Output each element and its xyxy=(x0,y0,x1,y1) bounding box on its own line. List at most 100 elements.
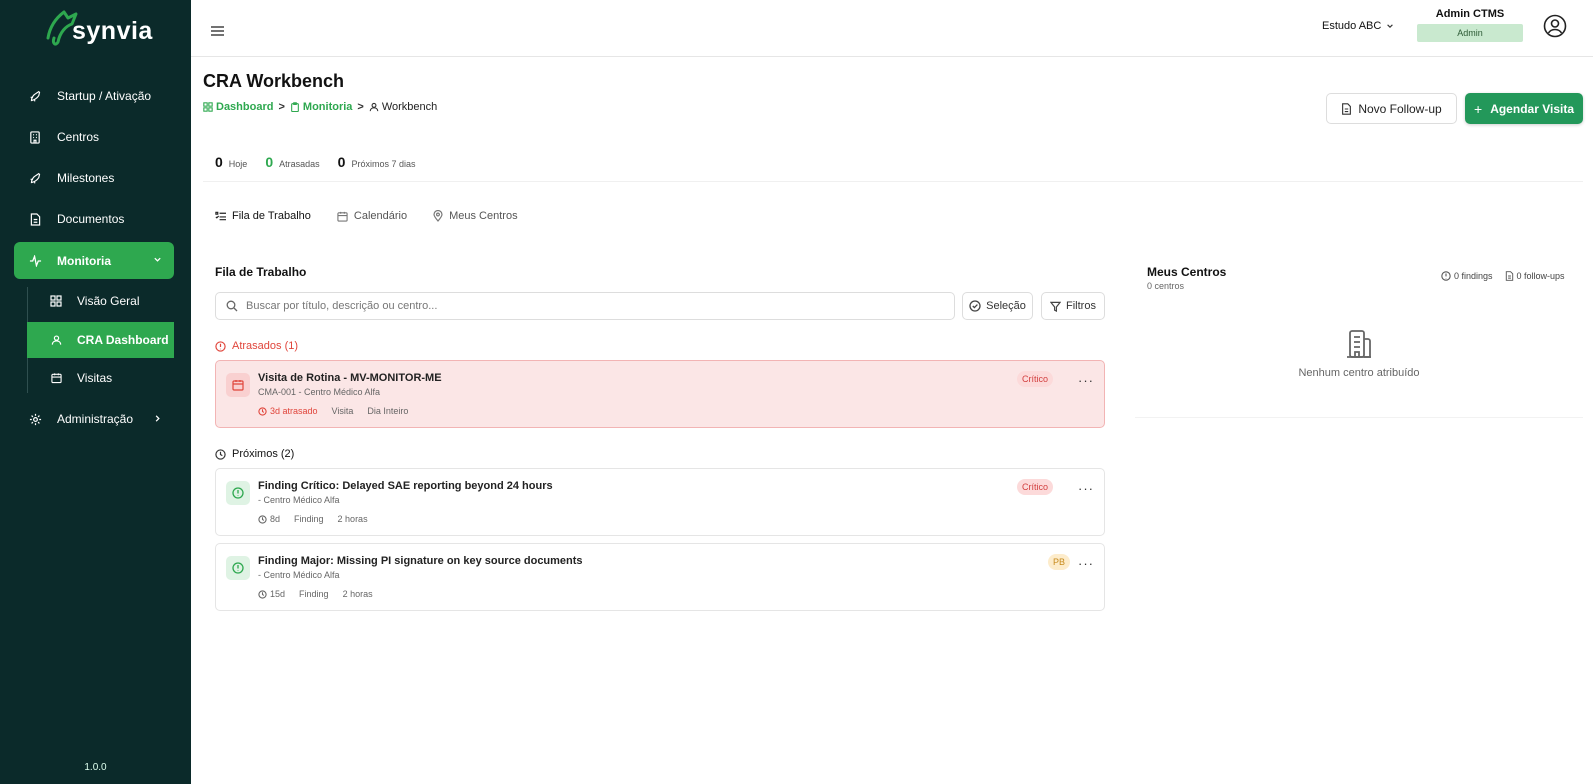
schedule-visit-button[interactable]: + Agendar Visita xyxy=(1465,93,1583,124)
followups-count: 0 follow-ups xyxy=(1505,271,1565,281)
task-meta: 3d atrasado Visita Dia Inteiro xyxy=(258,406,408,416)
overdue-group-title: Atrasados (1) xyxy=(215,340,298,352)
task-due: 8d xyxy=(258,514,280,524)
task-subtitle: - Centro Médico Alfa xyxy=(258,570,340,580)
rocket-icon xyxy=(28,171,42,185)
check-circle-icon xyxy=(969,300,981,312)
building-icon xyxy=(28,130,42,144)
user-icon xyxy=(369,102,379,112)
plus-icon: + xyxy=(1474,100,1483,117)
study-name: Estudo ABC xyxy=(1322,20,1382,32)
sidebar-item-administracao[interactable]: Administração xyxy=(14,401,174,437)
sidebar-item-label: Documentos xyxy=(57,212,125,226)
logo: synvia xyxy=(42,8,153,48)
sidebar-item-monitoria[interactable]: Monitoria xyxy=(14,242,174,279)
document-icon xyxy=(1505,271,1513,281)
alert-circle-icon xyxy=(1441,271,1451,281)
building-icon xyxy=(1345,329,1373,362)
stat-today: 0 Hoje xyxy=(215,154,248,170)
sidebar-item-label: Milestones xyxy=(57,171,115,185)
clock-icon xyxy=(215,448,226,460)
menu-toggle-icon[interactable] xyxy=(211,25,224,39)
breadcrumb-dashboard[interactable]: Dashboard xyxy=(203,101,273,113)
study-selector[interactable]: Estudo ABC xyxy=(1322,20,1394,32)
more-options-icon[interactable]: ··· xyxy=(1078,556,1094,571)
upcoming-group-title: Próximos (2) xyxy=(215,448,294,460)
sidebar-item-label: Monitoria xyxy=(57,253,111,268)
calendar-icon xyxy=(226,373,250,397)
stat-next-7-days: 0 Próximos 7 dias xyxy=(337,154,416,170)
empty-state-text: Nenhum centro atribuído xyxy=(1298,367,1420,379)
calendar-icon xyxy=(49,371,63,385)
alert-circle-icon xyxy=(226,556,250,580)
grid-icon xyxy=(203,102,213,112)
task-meta: 8d Finding 2 horas xyxy=(258,514,368,524)
sidebar-item-startup[interactable]: Startup / Ativação xyxy=(14,78,174,114)
rocket-icon xyxy=(28,89,42,103)
my-centers-title: Meus Centros xyxy=(1147,265,1227,279)
task-duration: Dia Inteiro xyxy=(367,406,409,416)
priority-badge: Crítico xyxy=(1017,479,1054,495)
task-title: Finding Crítico: Delayed SAE reporting b… xyxy=(258,480,553,492)
sidebar: synvia Startup / Ativação Centros Milest… xyxy=(0,0,191,784)
logo-text: synvia xyxy=(72,16,153,45)
gear-icon xyxy=(28,412,42,426)
findings-count: 0 findings xyxy=(1441,271,1493,281)
activity-icon xyxy=(28,254,42,268)
clock-icon xyxy=(258,589,267,599)
sidebar-item-label: Startup / Ativação xyxy=(57,89,152,103)
list-icon xyxy=(215,211,226,221)
tab-calendar[interactable]: Calendário xyxy=(333,206,411,226)
page-title: CRA Workbench xyxy=(203,71,345,91)
clipboard-icon xyxy=(291,102,299,112)
clock-icon xyxy=(258,514,267,524)
tab-my-centers[interactable]: Meus Centros xyxy=(429,206,521,226)
map-pin-icon xyxy=(433,210,443,222)
sidebar-subitem-cra-dashboard[interactable]: CRA Dashboard xyxy=(27,322,174,358)
task-card[interactable]: Finding Major: Missing PI signature on k… xyxy=(215,543,1105,611)
task-due: 3d atrasado xyxy=(258,406,318,416)
priority-badge: Crítico xyxy=(1017,371,1054,387)
sidebar-subitem-visitas[interactable]: Visitas xyxy=(27,360,174,396)
sidebar-item-centros[interactable]: Centros xyxy=(14,119,174,155)
task-card[interactable]: Visita de Rotina - MV-MONITOR-ME CMA-001… xyxy=(215,360,1105,428)
tab-work-queue[interactable]: Fila de Trabalho xyxy=(211,206,315,226)
filters-button[interactable]: Filtros xyxy=(1041,292,1105,320)
search-icon xyxy=(226,300,238,312)
task-meta: 15d Finding 2 horas xyxy=(258,589,373,599)
chevron-down-icon xyxy=(1387,24,1394,28)
view-tabs: Fila de Trabalho Calendário Meus Centros xyxy=(211,206,540,226)
sidebar-item-milestones[interactable]: Milestones xyxy=(14,160,174,196)
divider xyxy=(203,181,1583,182)
app-version: 1.0.0 xyxy=(84,762,107,773)
task-duration: 2 horas xyxy=(337,514,368,524)
user-icon xyxy=(49,333,63,347)
search-input[interactable] xyxy=(246,300,926,312)
task-subtitle: - Centro Médico Alfa xyxy=(258,495,340,505)
document-icon xyxy=(1342,102,1352,115)
task-kind: Finding xyxy=(299,589,329,599)
sidebar-subitem-visao-geral[interactable]: Visão Geral xyxy=(27,283,174,319)
new-followup-button[interactable]: Novo Follow-up xyxy=(1326,93,1457,124)
task-duration: 2 horas xyxy=(342,589,373,599)
breadcrumb-workbench: Workbench xyxy=(369,101,437,113)
more-options-icon[interactable]: ··· xyxy=(1078,481,1094,496)
sidebar-item-label: Centros xyxy=(57,130,100,144)
task-title: Finding Major: Missing PI signature on k… xyxy=(258,555,583,567)
task-subtitle: CMA-001 - Centro Médico Alfa xyxy=(258,387,381,397)
user-role-badge: Admin xyxy=(1417,24,1523,42)
task-title: Visita de Rotina - MV-MONITOR-ME xyxy=(258,372,442,384)
search-field[interactable] xyxy=(215,292,955,320)
breadcrumb-monitoria[interactable]: Monitoria xyxy=(290,101,352,113)
task-kind: Finding xyxy=(294,514,324,524)
more-options-icon[interactable]: ··· xyxy=(1078,373,1094,388)
top-bar: Estudo ABC Admin CTMS Admin xyxy=(191,0,1593,57)
task-card[interactable]: Finding Crítico: Delayed SAE reporting b… xyxy=(215,468,1105,536)
selection-button[interactable]: Seleção xyxy=(962,292,1033,320)
my-centers-count: 0 centros xyxy=(1147,281,1185,291)
sidebar-item-label: Administração xyxy=(57,412,134,426)
user-avatar-icon[interactable] xyxy=(1543,14,1567,38)
document-icon xyxy=(28,212,42,226)
sidebar-item-documentos[interactable]: Documentos xyxy=(14,201,174,237)
user-name: Admin CTMS xyxy=(1435,8,1505,20)
